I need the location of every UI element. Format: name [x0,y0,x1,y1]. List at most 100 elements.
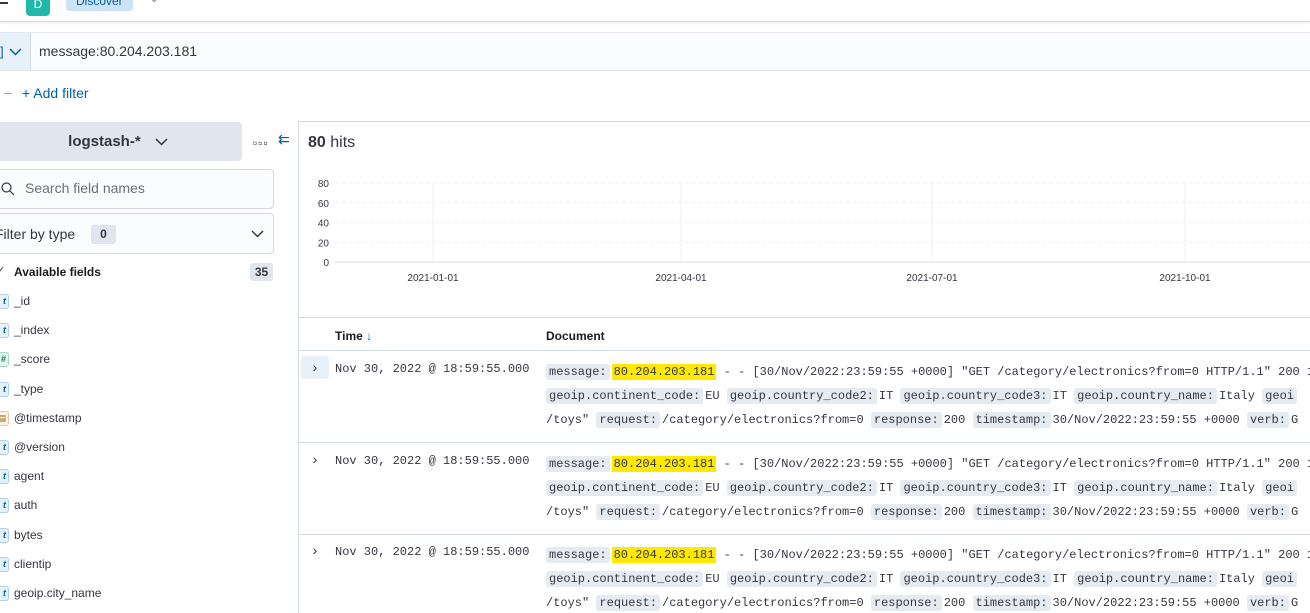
available-fields-title: Available fields [14,265,101,279]
field-name: _type [14,381,44,396]
field-value: IT [1052,389,1067,403]
field-key: request: [596,412,661,428]
field-name: _id [14,294,31,308]
field-value: Italy [1218,480,1255,495]
field-key: geoip.country_code3: [900,388,1051,404]
index-pattern-selector[interactable]: logstash-* [0,122,242,161]
field-key: verb: [1246,412,1289,428]
chevron-down-icon [251,230,264,238]
sort-arrow-icon[interactable]: ↓ [366,329,372,343]
field-key: message: [546,364,610,380]
app-avatar[interactable]: D [26,0,50,16]
filter-by-type[interactable]: Filter by type 0 [0,213,274,254]
table-row: › Nov 30, 2022 @ 18:59:55.000 message: 80.2… [299,535,1310,613]
string-field-icon: t [0,381,9,397]
field-value: G [1290,596,1299,610]
expand-row-icon[interactable]: › [301,539,329,562]
expand-row-icon[interactable]: › [301,356,329,379]
breadcrumb-discover[interactable]: Discover [66,0,133,11]
field-search-input[interactable] [25,180,255,196]
field-item[interactable]: t auth [0,491,290,520]
filter-by-type-label: Filter by type [0,226,76,242]
field-item[interactable]: ▤ @timestamp [0,404,290,433]
available-fields-count: 35 [250,263,273,281]
field-key: timestamp: [972,503,1051,520]
field-key: geoip.continent_code: [546,388,704,404]
table-row: › Nov 30, 2022 @ 18:59:55.000 message: 80.2… [299,352,1310,443]
field-item[interactable]: t _id [0,287,290,316]
more-options-icon[interactable]: ▫▫▫ [253,136,269,150]
field-key: timestamp: [972,412,1051,428]
string-field-icon: t [0,527,9,543]
filter-options-icon[interactable] [4,93,12,94]
field-key: request: [596,503,661,520]
field-key: geoip.country_name: [1074,479,1217,496]
field-item[interactable]: t _type [0,375,290,404]
add-filter-button[interactable]: + Add filter [22,85,89,101]
field-value: EU [705,389,720,403]
field-value: - - [30/Nov/2022:23:59:55 +0000] "GET /c… [716,365,1310,379]
doc-line: geoip.continent_code: EU geoip.country_co… [546,567,1310,591]
field-key: geoi [1262,571,1297,587]
filter-count-badge: 0 [91,225,116,244]
field-value: 30/Nov/2022:23:59:55 +0000 [1052,413,1240,427]
field-key: geoip.country_code3: [900,571,1051,587]
chevron-down-icon: ✓ [0,265,6,277]
field-key: geoip.continent_code: [546,571,704,587]
bracket-icon: ] [0,44,4,59]
string-field-icon: t [0,498,9,514]
field-value: Italy [1218,572,1255,586]
field-item[interactable]: # _score [0,345,290,374]
field-item[interactable]: t _index [0,316,290,345]
field-item[interactable]: t agent [0,462,290,491]
field-key: geoi [1262,388,1297,404]
row-timestamp: Nov 30, 2022 @ 18:59:55.000 [335,453,530,468]
field-value: G [1290,504,1299,519]
field-value: 200 [943,413,966,427]
field-value: /toys" [546,596,590,610]
field-value: EU [705,572,720,586]
column-time-label: Time [335,329,363,343]
x-tick-label: 2021-01-01 [407,273,459,284]
query-bar: ] message:80.204.203.181 [0,32,1310,71]
column-time[interactable]: Time ↓ [335,329,372,343]
doc-line: /toys" request:/category/electronics?fro… [546,408,1310,432]
doc-line: geoip.continent_code: EU geoip.country_co… [546,476,1310,500]
field-value: G [1290,413,1299,427]
highlighted-match: 80.204.203.181 [611,364,717,380]
menu-icon[interactable] [0,2,8,4]
collapse-sidebar-icon[interactable]: ⇇ [278,131,290,148]
results-table: Time ↓ Document › Nov 30, 2022 @ 18:59:55… [299,317,1310,613]
field-item[interactable]: t bytes [0,521,290,550]
field-value: /category/electronics?from=0 [662,413,864,427]
field-key: geoip.country_code2: [726,571,877,587]
histogram-chart: 80 60 40 20 0 2021-01-01 2021-04-01 2021-07-01 2… [299,162,1310,302]
field-item[interactable]: t @version [0,433,290,462]
string-field-icon: t [0,439,9,455]
field-item[interactable]: t geoip.city_name [0,579,290,608]
table-header: Time ↓ Document [299,318,1310,351]
field-key: geoip.country_code3: [900,479,1051,496]
string-field-icon: t [0,585,9,601]
doc-line: message: 80.204.203.181 - - [30/Nov/2022:… [546,543,1310,567]
highlighted-match: 80.204.203.181 [611,455,717,472]
field-value: EU [705,480,720,495]
field-value: - - [30/Nov/2022:23:59:55 +0000] "GET /c… [716,456,1310,471]
field-value: IT [1052,480,1067,495]
query-input[interactable]: message:80.204.203.181 [39,43,197,59]
results-panel: 80 hits 80 60 40 20 0 2021-01-01 2021-04-01 202… [298,121,1310,613]
query-language-switch[interactable]: ] [0,33,31,70]
available-fields-header[interactable]: ✓ Available fields 35 [0,262,274,282]
field-item[interactable]: t clientip [0,550,290,579]
chevron-down-icon[interactable]: ⌄ [150,0,158,5]
search-icon [1,182,15,196]
x-tick-label: 2021-04-01 [655,273,707,284]
expand-row-icon[interactable]: › [301,448,329,471]
doc-line: message: 80.204.203.181 - - [30/Nov/2022:… [546,452,1310,476]
field-key: verb: [1246,503,1289,520]
row-document: message: 80.204.203.181 - - [30/Nov/2022:… [546,543,1310,613]
x-tick-label: 2021-07-01 [906,273,958,284]
row-document: message: 80.204.203.181 - - [30/Nov/2022:… [546,360,1310,432]
field-name: bytes [14,527,43,542]
field-key: timestamp: [972,595,1051,611]
